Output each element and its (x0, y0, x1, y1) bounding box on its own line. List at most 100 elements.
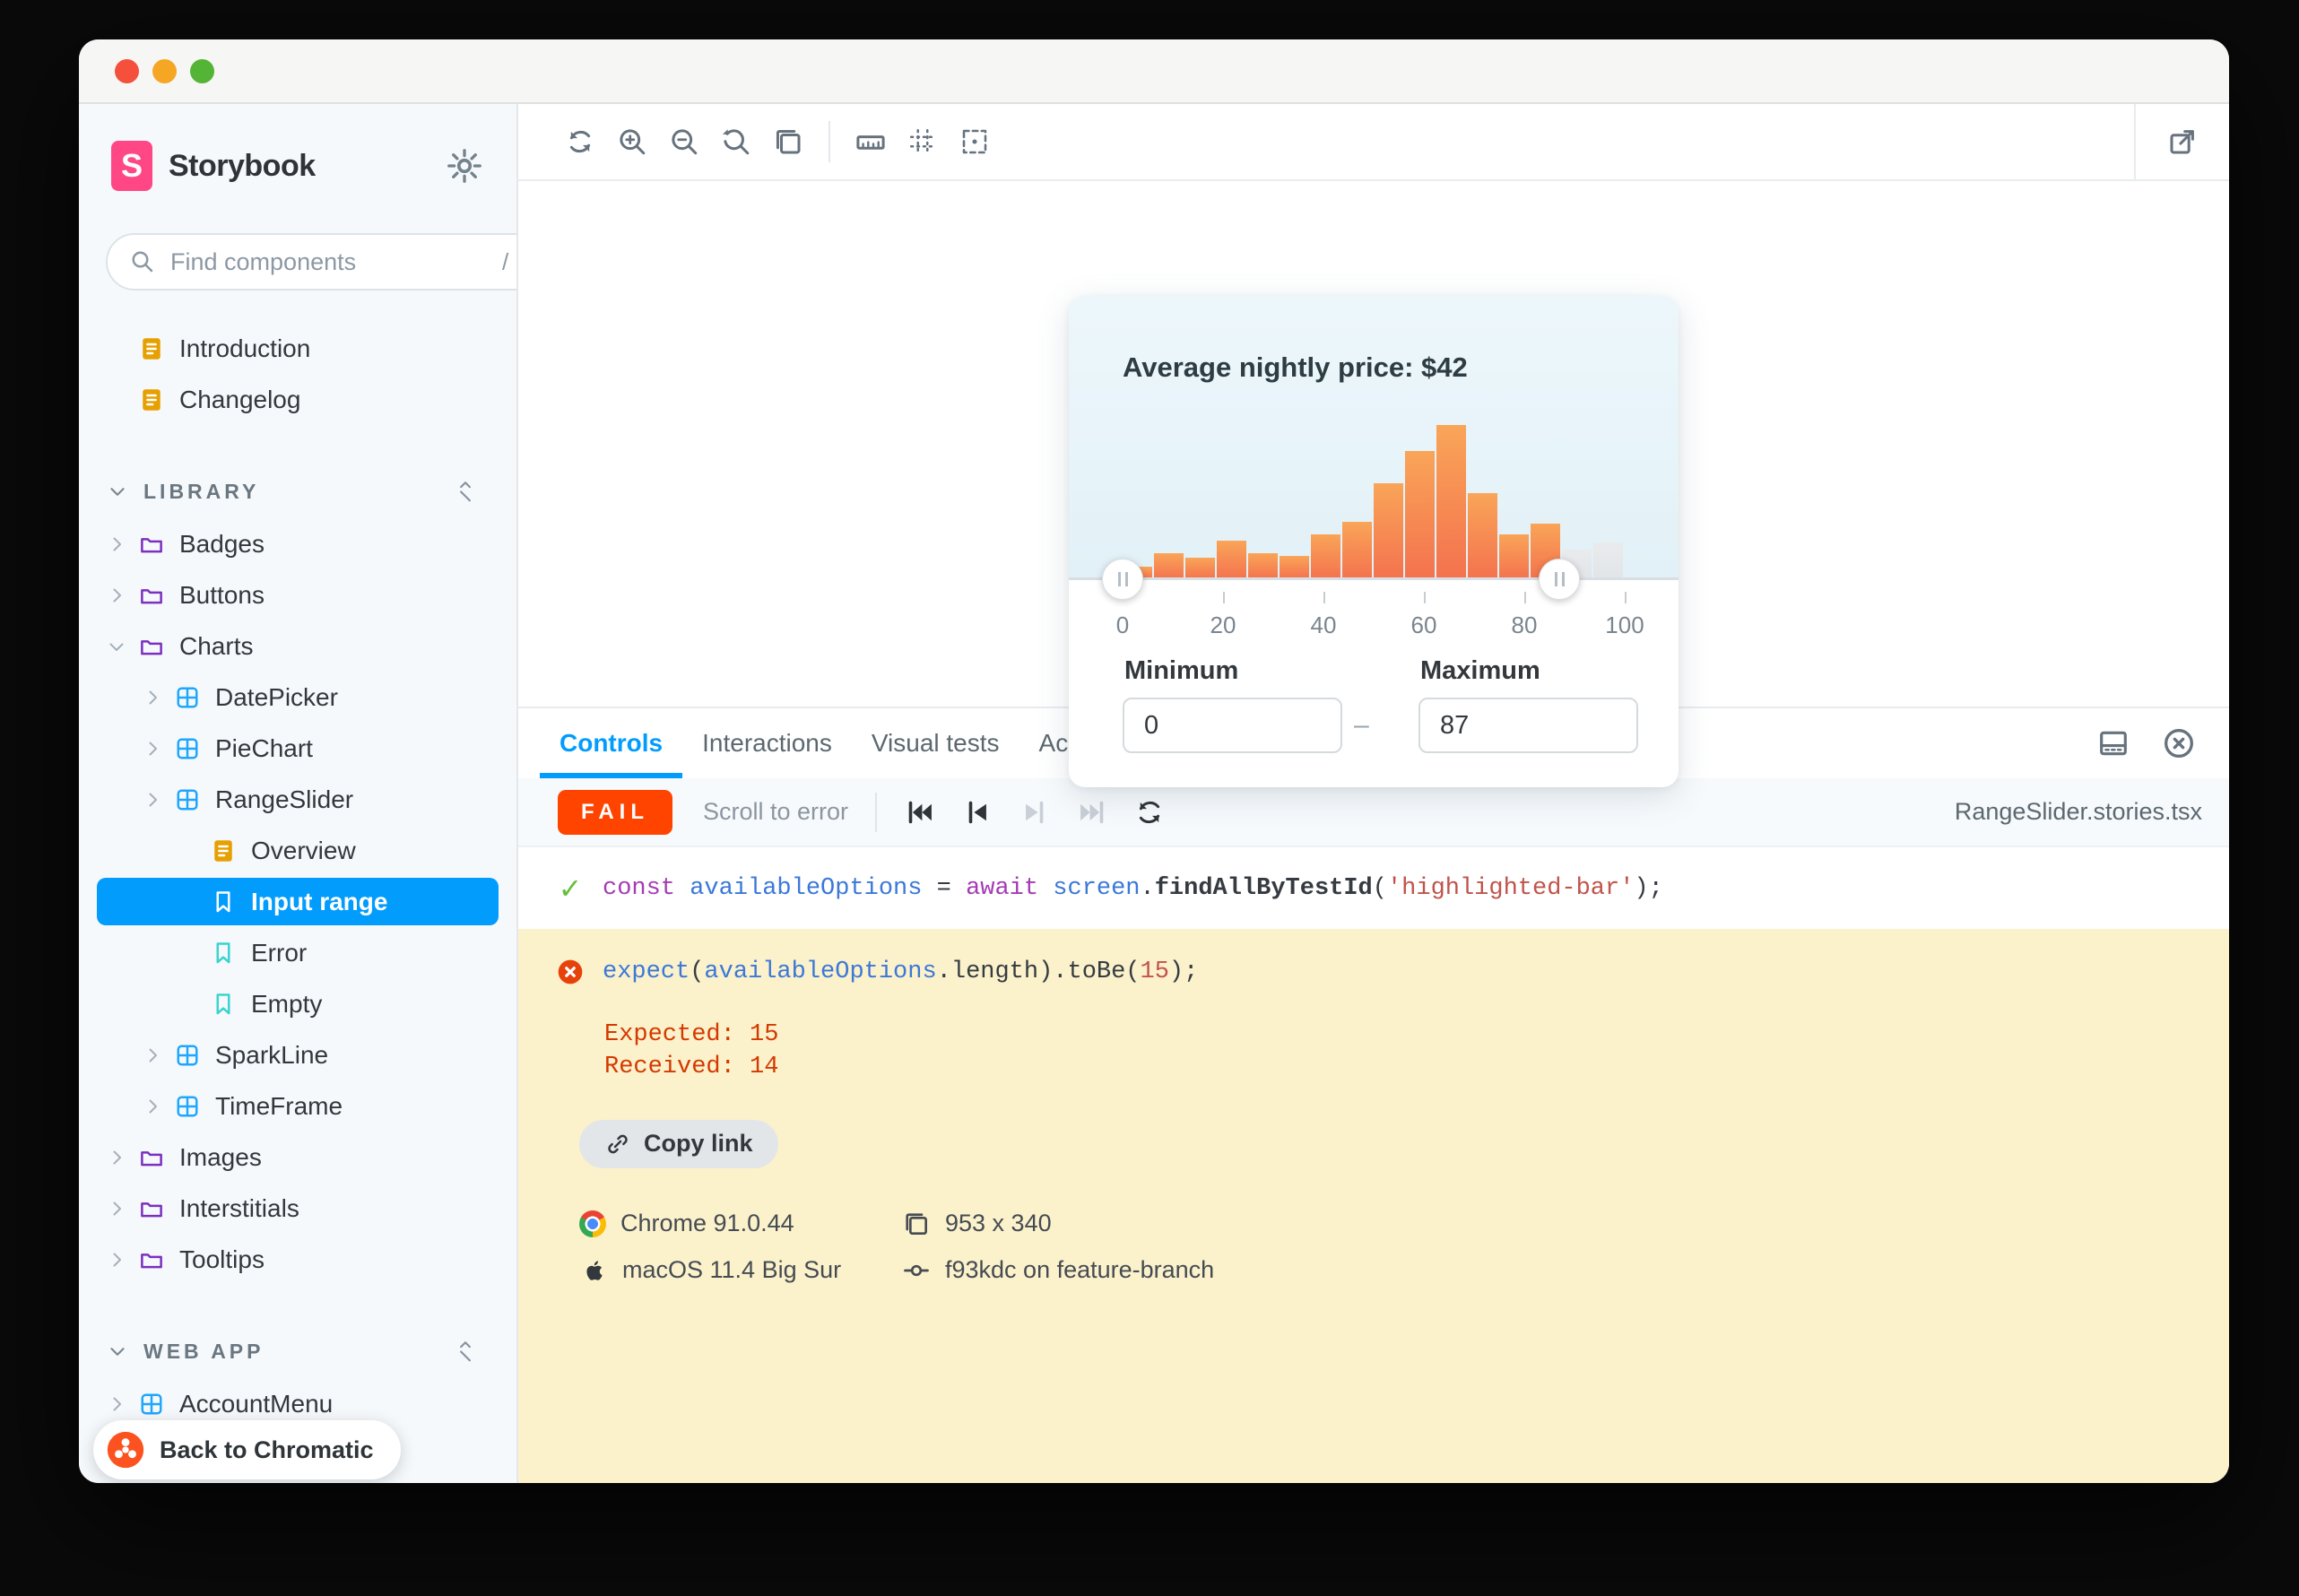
zoom-reset-icon[interactable] (710, 116, 762, 168)
sidebar-item-introduction[interactable]: Introduction (79, 323, 516, 374)
sidebar-item-images[interactable]: Images (79, 1132, 516, 1183)
sidebar-item-interstitials[interactable]: Interstitials (79, 1183, 516, 1234)
chevron-right-icon[interactable] (106, 533, 127, 555)
minimize-window-button[interactable] (152, 59, 177, 83)
collapse-expand-icon[interactable] (454, 478, 477, 505)
chevron-right-icon[interactable] (142, 1096, 163, 1117)
chrome-icon (579, 1210, 606, 1237)
section-header-library[interactable]: LIBRARY (79, 464, 516, 518)
range-slider-track[interactable] (1069, 577, 1679, 580)
axis-tick-label: 20 (1187, 612, 1259, 639)
sidebar-item-badges[interactable]: Badges (79, 518, 516, 569)
histogram-bar-highlighted (1405, 451, 1435, 579)
close-panel-button[interactable] (2161, 725, 2197, 761)
search-input[interactable] (170, 248, 488, 276)
search-icon (129, 248, 156, 275)
sidebar-item-rangeslider[interactable]: RangeSlider (79, 774, 516, 825)
histogram-bar-highlighted (1342, 522, 1372, 579)
chevron-right-icon[interactable] (142, 1045, 163, 1066)
zoom-in-icon[interactable] (606, 116, 658, 168)
slider-handle-max[interactable] (1539, 559, 1580, 600)
zoom-window-button[interactable] (190, 59, 214, 83)
sidebar-item-sparkline[interactable]: SparkLine (79, 1029, 516, 1080)
sidebar-item-buttons[interactable]: Buttons (79, 569, 516, 620)
doc-icon (210, 837, 237, 864)
env-apple: macOS 11.4 Big Sur (579, 1256, 902, 1285)
rerun-button[interactable] (1133, 796, 1166, 828)
doc-icon (138, 386, 165, 413)
link-icon (604, 1131, 631, 1158)
back-to-chromatic-button[interactable]: Back to Chromatic (93, 1420, 401, 1479)
close-window-button[interactable] (115, 59, 139, 83)
maximum-input[interactable] (1418, 698, 1638, 753)
story-preview-card: Average nightly price: $42 020406080100 … (1069, 296, 1679, 787)
sidebar-item-piechart[interactable]: PieChart (79, 723, 516, 774)
axis-tick (1323, 592, 1325, 603)
chevron-right-icon[interactable] (106, 585, 127, 606)
sidebar-item-activitylist[interactable]: ActivityList (79, 1480, 516, 1483)
chevron-right-icon[interactable] (106, 1147, 127, 1168)
minimum-input[interactable] (1123, 698, 1342, 753)
chevron-right-icon[interactable] (142, 738, 163, 759)
tab-visual-tests[interactable]: Visual tests (852, 708, 1019, 778)
chevron-right-icon[interactable] (106, 1198, 127, 1219)
measure-icon[interactable] (845, 116, 897, 168)
section-header-web-app[interactable]: WEB APP (79, 1324, 516, 1378)
chevron-down-icon[interactable] (106, 636, 127, 657)
chevron-down-icon (106, 1340, 129, 1363)
commit-icon (902, 1256, 931, 1285)
sidebar-item-empty[interactable]: Empty (79, 978, 516, 1029)
component-icon (138, 1391, 165, 1418)
sidebar-item-datepicker[interactable]: DatePicker (79, 672, 516, 723)
histogram-bar-highlighted (1311, 534, 1340, 579)
received-value: Received: 14 (604, 1051, 2190, 1083)
component-icon (174, 786, 201, 813)
chevron-right-icon[interactable] (106, 1393, 127, 1415)
chevron-right-icon[interactable] (106, 1249, 127, 1271)
sidebar-item-changelog[interactable]: Changelog (79, 374, 516, 425)
sidebar-item-error[interactable]: Error (79, 927, 516, 978)
go-to-start-button[interactable] (904, 796, 936, 828)
story-file-name: RangeSlider.stories.tsx (1955, 798, 2202, 826)
remount-icon[interactable] (554, 116, 606, 168)
panel-position-button[interactable] (2096, 726, 2130, 760)
outline-icon[interactable] (949, 116, 1001, 168)
chevron-right-icon[interactable] (142, 687, 163, 708)
scroll-to-error-button[interactable]: Scroll to error (703, 798, 848, 826)
viewport-icon[interactable] (762, 116, 814, 168)
tab-controls[interactable]: Controls (540, 708, 682, 778)
histogram-bar-highlighted (1374, 483, 1403, 579)
chevron-down-icon (106, 480, 129, 503)
search-box[interactable]: / (106, 233, 518, 291)
zoom-out-icon[interactable] (658, 116, 710, 168)
chevron-right-icon[interactable] (142, 789, 163, 811)
histogram-bar-dimmed (1593, 542, 1623, 579)
doc-icon (138, 335, 165, 362)
open-in-new-tab-button[interactable] (2134, 104, 2229, 179)
folder-icon (138, 633, 165, 660)
histogram-bar-highlighted (1217, 541, 1246, 579)
tab-interactions[interactable]: Interactions (682, 708, 852, 778)
collapse-expand-icon[interactable] (454, 1338, 477, 1365)
go-back-button[interactable] (961, 796, 993, 828)
sidebar-item-overview[interactable]: Overview (79, 825, 516, 876)
sidebar-item-tooltips[interactable]: Tooltips (79, 1234, 516, 1285)
sidebar-item-timeframe[interactable]: TimeFrame (79, 1080, 516, 1132)
chart-title: Average nightly price: $42 (1123, 351, 1468, 384)
sidebar-item-input-range[interactable]: Input range (79, 876, 516, 927)
environment-info: Chrome 91.0.44953 x 340macOS 11.4 Big Su… (579, 1210, 2190, 1285)
grid-icon[interactable] (897, 116, 949, 168)
apple-icon (579, 1256, 608, 1285)
brand-title: Storybook (169, 149, 316, 184)
viewport-icon (902, 1210, 931, 1238)
sidebar-item-charts[interactable]: Charts (79, 620, 516, 672)
slider-handle-min[interactable] (1102, 559, 1143, 600)
settings-gear-icon[interactable] (445, 146, 484, 186)
code-line-fail: expect(availableOptions.length).toBe(15)… (556, 958, 2190, 986)
chromatic-logo-icon (106, 1430, 145, 1470)
copy-link-button[interactable]: Copy link (579, 1120, 778, 1168)
copy-link-label: Copy link (644, 1130, 753, 1158)
bookmark-icon (210, 991, 237, 1018)
component-icon (174, 1042, 201, 1069)
status-badge: FAIL (558, 790, 672, 835)
